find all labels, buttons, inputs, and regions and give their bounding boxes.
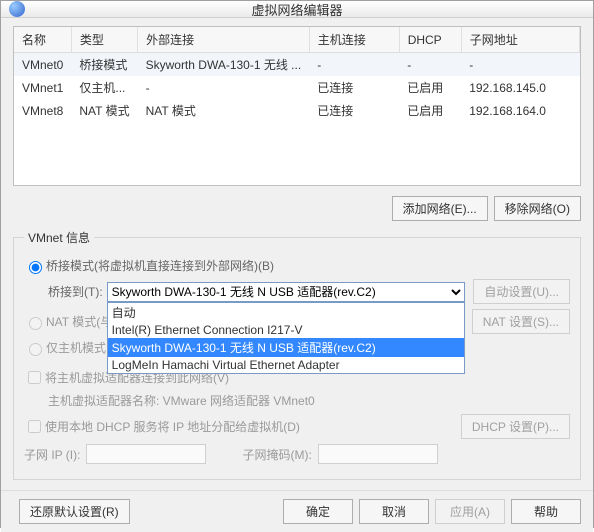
nat-settings-button[interactable]: NAT 设置(S)... [472,309,570,334]
adapter-name-text: 主机虚拟适配器名称: VMware 网络适配器 VMnet0 [48,392,315,409]
cell-ext: NAT 模式 [138,99,310,122]
cell-host: 已连接 [309,99,399,122]
table-row[interactable]: VMnet8NAT 模式NAT 模式已连接已启用192.168.164.0 [14,99,580,122]
subnet-mask-field[interactable] [318,444,438,464]
titlebar[interactable]: 虚拟网络编辑器 [1,1,593,18]
network-buttons: 添加网络(E)... 移除网络(O) [13,196,581,221]
cell-dhcp: 已启用 [399,76,461,99]
dropdown-option[interactable]: LogMeIn Hamachi Virtual Ethernet Adapter [108,357,465,373]
cell-dhcp: 已启用 [399,99,461,122]
cell-dhcp: - [399,53,461,77]
bridged-label: 桥接模式(将虚拟机直接连接到外部网络)(B) [46,257,274,274]
vmnet-info-legend: VMnet 信息 [24,229,94,246]
dhcp-settings-button[interactable]: DHCP 设置(P)... [461,414,570,439]
dropdown-option[interactable]: 自动 [108,303,465,322]
cell-ext: Skyworth DWA-130-1 无线 ... [138,53,310,77]
cell-host: - [309,53,399,77]
cell-subnet: 192.168.164.0 [461,99,579,122]
dropdown-option[interactable]: Skyworth DWA-130-1 无线 N USB 适配器(rev.C2) [108,338,465,357]
vmnet-info-group: VMnet 信息 桥接模式(将虚拟机直接连接到外部网络)(B) 桥接到(T): … [13,229,581,480]
auto-settings-button[interactable]: 自动设置(U)... [473,279,570,304]
apply-button[interactable]: 应用(A) [435,499,505,524]
subnet-row: 子网 IP (I): 子网掩码(M): [24,444,570,464]
table-row[interactable]: VMnet1仅主机...-已连接已启用192.168.145.0 [14,76,580,99]
col-dhcp[interactable]: DHCP [399,27,461,53]
cell-subnet: - [461,53,579,77]
use-dhcp-label: 使用本地 DHCP 服务将 IP 地址分配给虚拟机(D) [45,418,300,435]
connect-host-checkbox[interactable] [28,371,41,384]
use-dhcp-checkbox[interactable] [28,420,41,433]
bridge-to-combo[interactable]: Skyworth DWA-130-1 无线 N USB 适配器(rev.C2) … [107,282,466,302]
col-host[interactable]: 主机连接 [309,27,399,53]
ok-button[interactable]: 确定 [283,499,353,524]
col-name[interactable]: 名称 [14,27,71,53]
cell-name: VMnet0 [14,53,71,77]
bridge-to-row: 桥接到(T): Skyworth DWA-130-1 无线 N USB 适配器(… [48,279,570,304]
window-title: 虚拟网络编辑器 [1,0,593,19]
cancel-button[interactable]: 取消 [359,499,429,524]
help-button[interactable]: 帮助 [511,499,581,524]
bridge-to-dropdown[interactable]: 自动Intel(R) Ethernet Connection I217-VSky… [107,302,466,374]
networks-table[interactable]: 名称 类型 外部连接 主机连接 DHCP 子网地址 VMnet0桥接模式Skyw… [13,26,581,186]
cell-subnet: 192.168.145.0 [461,76,579,99]
cell-type: 桥接模式 [71,53,137,77]
table-row[interactable]: VMnet0桥接模式Skyworth DWA-130-1 无线 ...--- [14,53,580,77]
remove-network-button[interactable]: 移除网络(O) [494,196,581,221]
subnet-ip-label: 子网 IP (I): [24,446,80,463]
add-network-button[interactable]: 添加网络(E)... [392,196,488,221]
dialog-footer: 还原默认设置(R) 确定 取消 应用(A) 帮助 [1,490,593,532]
dropdown-option[interactable]: Intel(R) Ethernet Connection I217-V [108,322,465,338]
col-ext[interactable]: 外部连接 [138,27,310,53]
bridged-mode-row: 桥接模式(将虚拟机直接连接到外部网络)(B) [24,257,570,274]
cell-ext: - [138,76,310,99]
use-dhcp-row: 使用本地 DHCP 服务将 IP 地址分配给虚拟机(D) DHCP 设置(P).… [24,414,570,439]
subnet-mask-label: 子网掩码(M): [242,446,311,463]
cell-name: VMnet1 [14,76,71,99]
col-subnet[interactable]: 子网地址 [461,27,579,53]
adapter-name-row: 主机虚拟适配器名称: VMware 网络适配器 VMnet0 [48,392,570,409]
content-area: 名称 类型 外部连接 主机连接 DHCP 子网地址 VMnet0桥接模式Skyw… [1,18,593,490]
hostonly-label: 仅主机模式 [46,339,106,356]
nat-label: NAT 模式(与 [46,313,112,330]
bridged-radio[interactable] [29,261,42,274]
restore-defaults-button[interactable]: 还原默认设置(R) [19,499,130,524]
cell-host: 已连接 [309,76,399,99]
hostonly-radio[interactable] [29,343,42,356]
table-header: 名称 类型 外部连接 主机连接 DHCP 子网地址 [14,27,580,53]
subnet-ip-field[interactable] [86,444,206,464]
bridge-to-label: 桥接到(T): [48,283,103,300]
cell-name: VMnet8 [14,99,71,122]
cell-type: 仅主机... [71,76,137,99]
virtual-network-editor-window: 虚拟网络编辑器 名称 类型 外部连接 主机连接 DHCP 子网地址 VMnet0… [0,0,594,528]
cell-type: NAT 模式 [71,99,137,122]
col-type[interactable]: 类型 [71,27,137,53]
nat-radio[interactable] [29,317,42,330]
bridge-to-select[interactable]: Skyworth DWA-130-1 无线 N USB 适配器(rev.C2) [107,282,466,302]
